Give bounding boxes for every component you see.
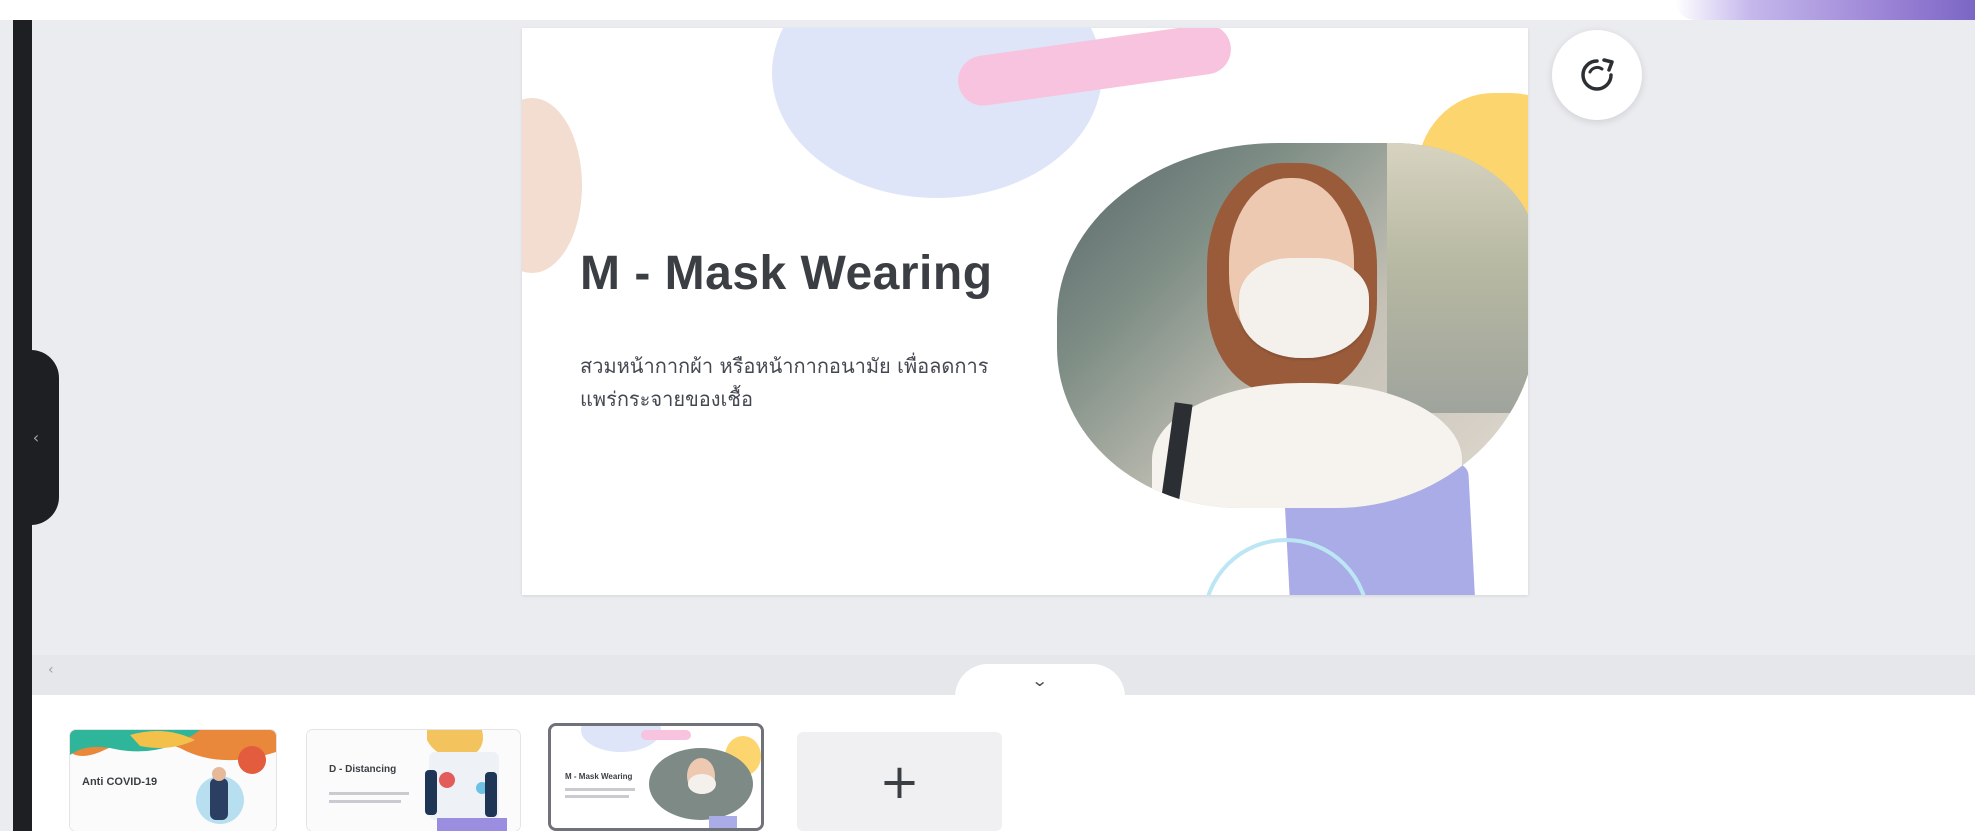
slide-thumbnail-3-selected[interactable]: M - Mask Wearing [548, 723, 764, 831]
header-decoration [1675, 0, 1975, 20]
add-slide-button[interactable]: + [797, 732, 1002, 831]
thumbnail-2-art [307, 730, 520, 831]
collapse-panel-button[interactable]: ‹ [13, 350, 59, 525]
woman-wearing-mask-photo[interactable] [1057, 143, 1528, 508]
slide-title[interactable]: M - Mask Wearing [580, 246, 993, 301]
slide-body-text[interactable]: สวมหน้ากากผ้า หรือหน้ากากอนามัย เพื่อลดก… [580, 350, 1020, 416]
slide-thumbnail-1[interactable]: Anti COVID-19 [70, 730, 276, 831]
scroll-left-marker[interactable]: ‹ [48, 662, 54, 678]
slide-canvas[interactable]: M - Mask Wearing สวมหน้ากากผ้า หรือหน้าก… [522, 28, 1528, 595]
top-bar [0, 0, 1975, 20]
regenerate-button[interactable] [1552, 30, 1642, 120]
decorative-blob-peach [522, 98, 582, 273]
thumbnail-1-title: Anti COVID-19 [82, 776, 158, 788]
hide-pages-tab[interactable]: ⌄ [955, 664, 1125, 697]
refresh-icon [1581, 58, 1614, 91]
thumbnail-3-title: M - Mask Wearing [565, 772, 633, 781]
add-slide-label: + [879, 753, 920, 810]
photo-face-mask [1239, 258, 1369, 358]
slide-thumbnail-2[interactable]: D - Distancing [307, 730, 520, 831]
thumbnail-2-title: D - Distancing [329, 764, 397, 775]
chevron-down-icon: ⌄ [1031, 671, 1049, 690]
chevron-left-icon: ‹ [32, 428, 40, 447]
photo-city-background [1387, 143, 1528, 413]
